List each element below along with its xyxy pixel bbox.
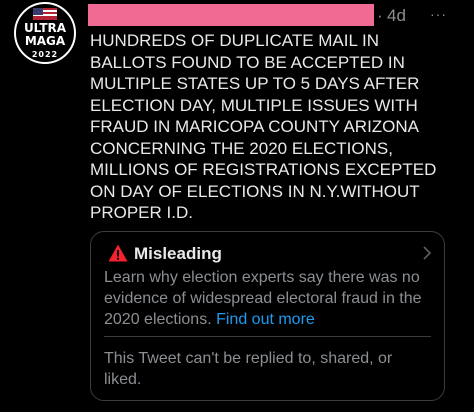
avatar-year: 2022 [31,50,59,59]
more-dots-icon[interactable]: ··· [430,6,450,22]
avatar-text-line1: ULTRA [23,21,67,35]
misleading-notice-card[interactable]: Misleading Learn why election experts sa… [90,231,445,401]
warning-triangle-icon [108,244,128,262]
avatar-text-line2: MAGA [24,34,66,48]
notice-title: Misleading [134,244,222,263]
tweet-text: HUNDREDS OF DUPLICATE MAIL IN BALLOTS FO… [90,31,437,222]
header-separator: · [377,6,383,25]
avatar[interactable]: ULTRA MAGA 2022 [14,2,76,64]
redacted-username[interactable] [88,4,374,26]
notice-body: Learn why election experts say there was… [104,267,440,330]
find-out-more-link[interactable]: Find out more [216,311,315,328]
reply-restriction-note: This Tweet can't be replied to, shared, … [104,350,393,388]
timestamp[interactable]: 4d [387,6,406,26]
chevron-right-icon[interactable] [422,245,432,261]
divider [104,336,431,337]
tweet: ULTRA MAGA 2022 · 4d ··· HUNDREDS OF DUP… [0,0,474,412]
